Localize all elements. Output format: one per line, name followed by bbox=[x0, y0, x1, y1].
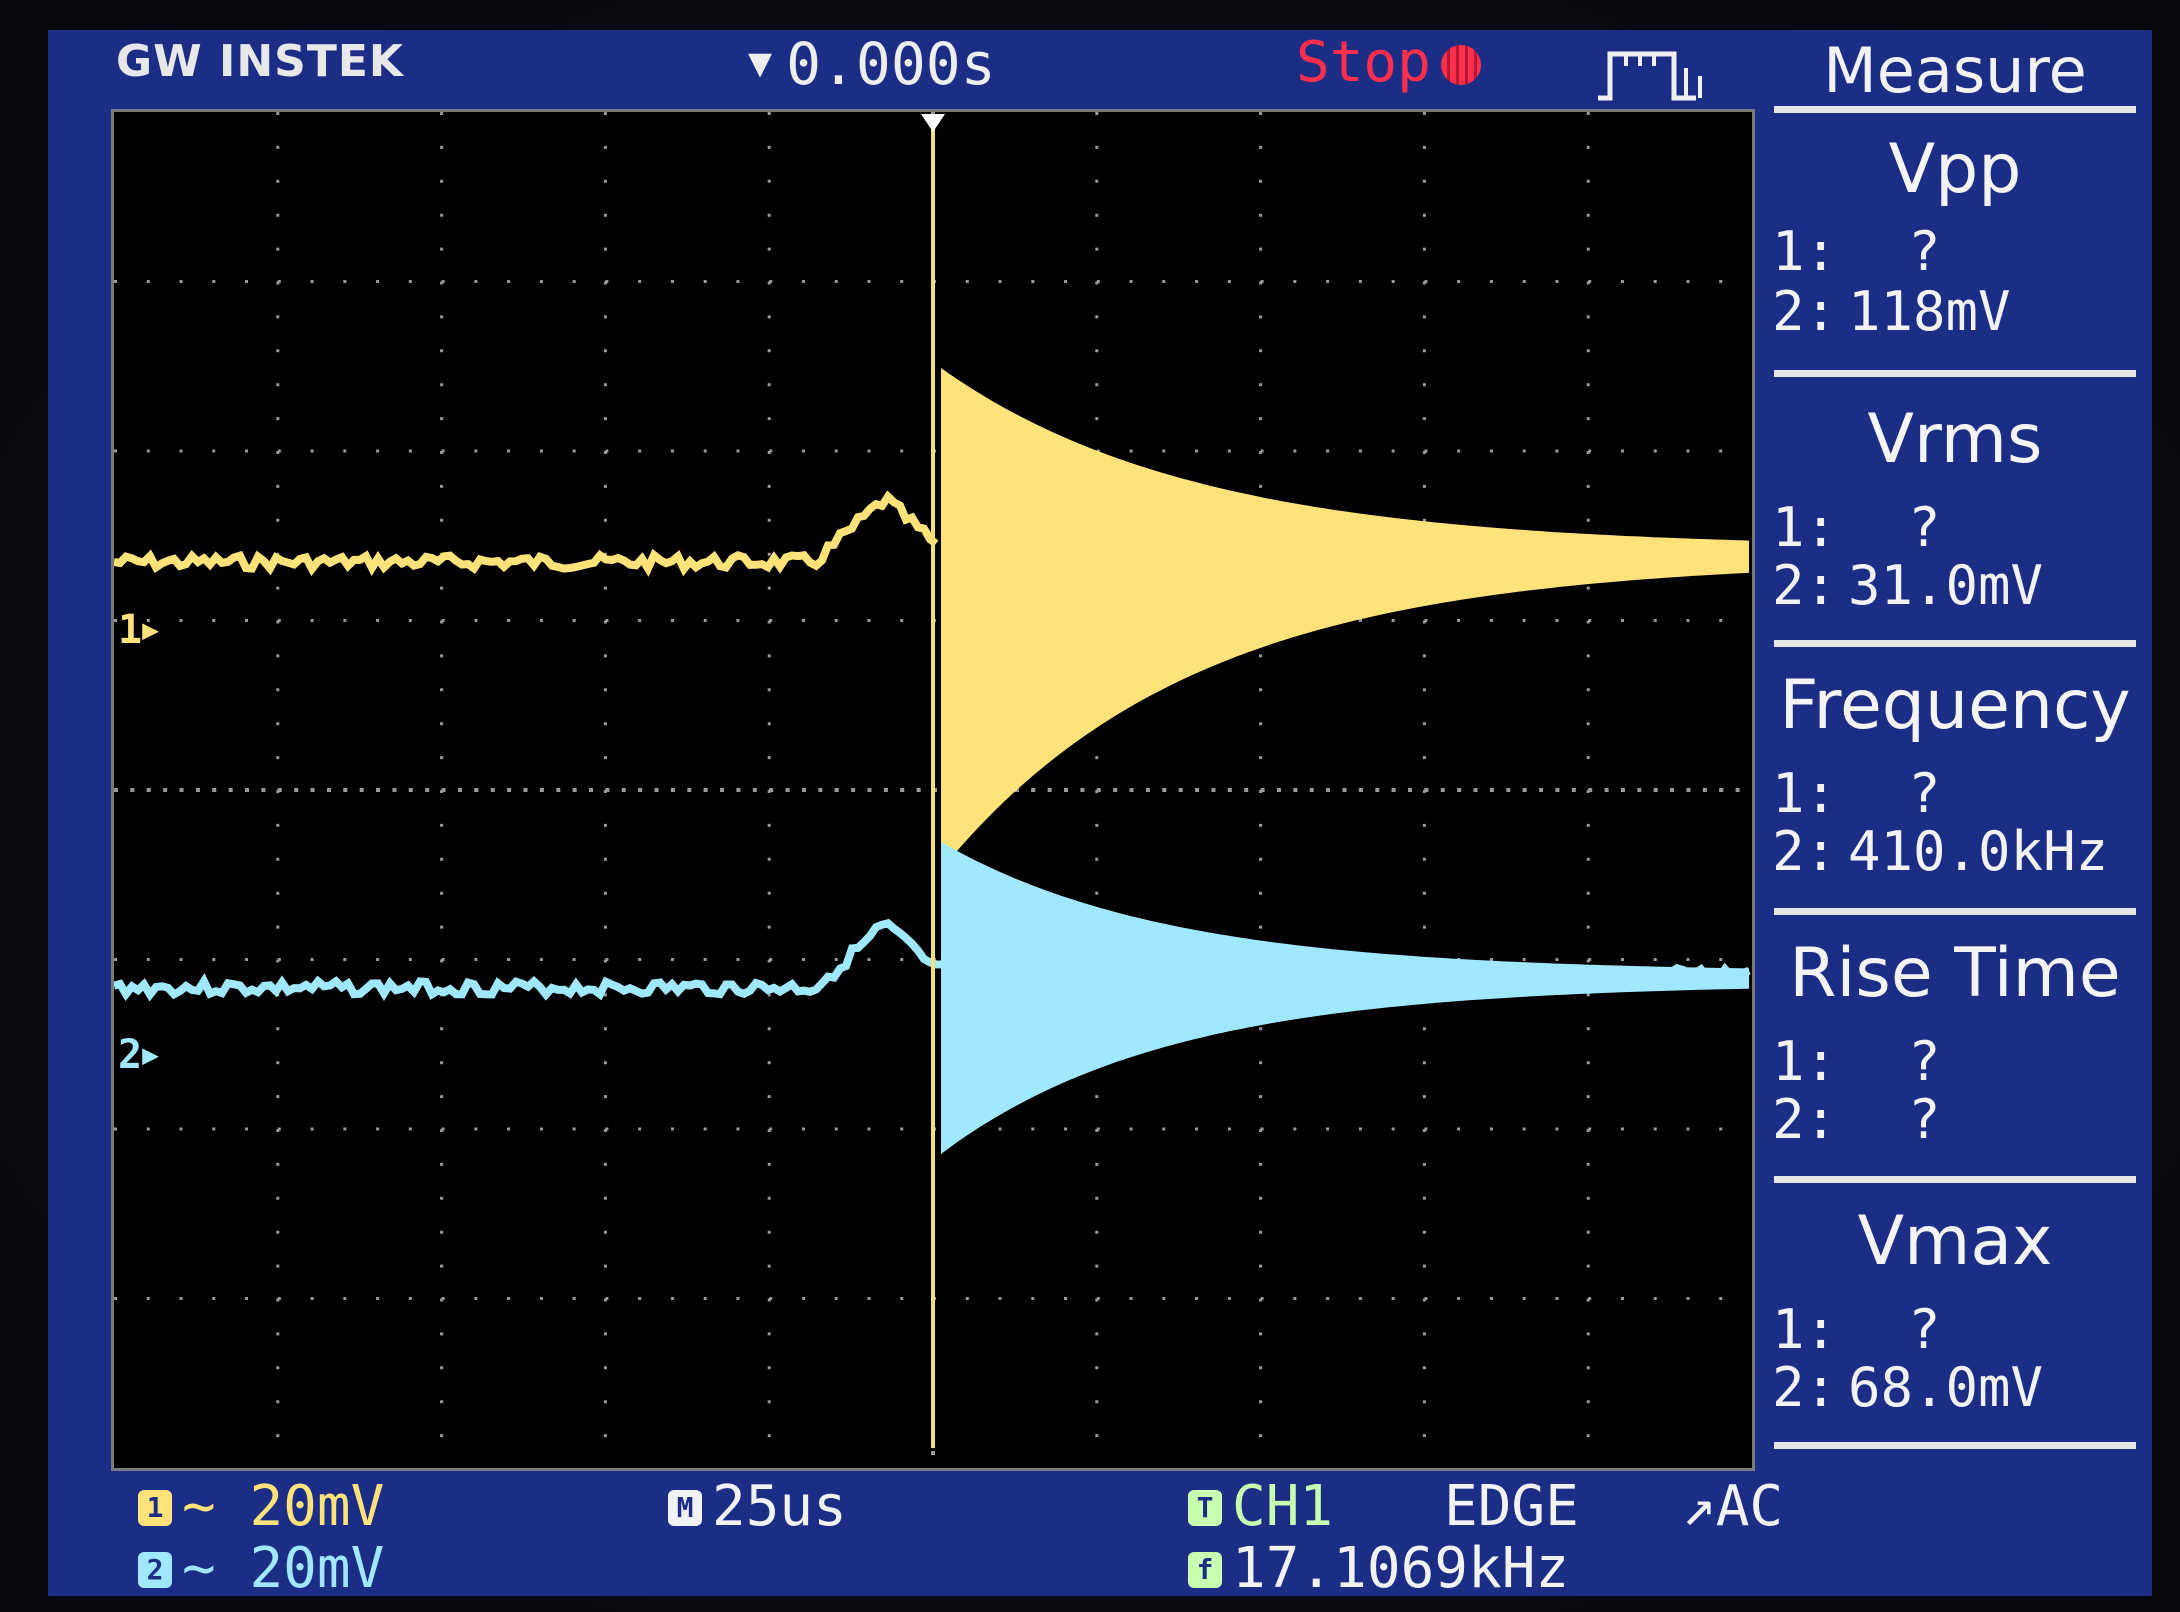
oscilloscope-bezel: GW INSTEK ▼ 0.000s Stop 1▶ 2▶ Measure Vp… bbox=[0, 0, 2180, 1612]
stop-dot-icon bbox=[1440, 45, 1481, 85]
trigger-frequency-readout: f 17.1069kHz bbox=[1188, 1536, 1569, 1601]
pulse-train-icon bbox=[1598, 51, 1702, 101]
trigger-position-icon: ▼ bbox=[748, 40, 773, 86]
measure-name: Vmax bbox=[1857, 1202, 2053, 1281]
ch1-coupling-icon: ~ bbox=[182, 1474, 216, 1539]
oscilloscope-screen: GW INSTEK ▼ 0.000s Stop 1▶ 2▶ Measure Vp… bbox=[48, 30, 2152, 1601]
waveform-plot bbox=[114, 112, 1752, 1468]
ch2-scale: 20mV bbox=[249, 1536, 385, 1601]
rising-edge-icon: ↗ bbox=[1682, 1474, 1716, 1539]
trigger-coupling-readout: ↗AC bbox=[1682, 1474, 1783, 1539]
separator bbox=[1774, 1442, 2136, 1449]
measure-ch1-row: 1:? bbox=[1772, 496, 1941, 559]
measure-ch2-row: 2: 118mV bbox=[1772, 280, 2011, 343]
trigger-frequency: 17.1069kHz bbox=[1232, 1536, 1570, 1601]
measure-ch2-row: 2:? bbox=[1772, 1088, 1941, 1151]
measure-name: Frequency bbox=[1779, 666, 2131, 745]
separator bbox=[1774, 640, 2136, 647]
ch1-scale: 20mV bbox=[249, 1474, 385, 1539]
run-state-label: Stop bbox=[1296, 30, 1431, 95]
ch1-badge-icon: 1 bbox=[138, 1490, 172, 1526]
ch1-scale-readout[interactable]: 1 ~ 20mV bbox=[138, 1474, 384, 1539]
separator bbox=[1774, 1176, 2136, 1183]
ch2-scale-readout[interactable]: 2 ~ 20mV bbox=[138, 1536, 384, 1601]
timebase-value: 25us bbox=[712, 1474, 847, 1539]
ch2-level-marker[interactable]: 2▶ bbox=[118, 1032, 159, 1078]
ch2-coupling-icon: ~ bbox=[182, 1536, 216, 1601]
ch2-waveform bbox=[941, 842, 1749, 1154]
trigger-readout[interactable]: T CH1 bbox=[1188, 1474, 1333, 1539]
timebase-badge-icon: M bbox=[668, 1490, 702, 1526]
measure-ch1-row: 1:? bbox=[1772, 1298, 1941, 1361]
bottom-status-bar: 1 ~ 20mV 2 ~ 20mV M 25us T CH1 EDGE ↗AC f 17.… bbox=[48, 1470, 2152, 1601]
measure-title[interactable]: Measure bbox=[1770, 34, 2140, 107]
time-position-readout: ▼ 0.000s bbox=[748, 30, 996, 98]
ch1-baseline-trace bbox=[114, 490, 939, 577]
frequency-badge-icon: f bbox=[1188, 1552, 1222, 1588]
measure-name: Vrms bbox=[1867, 400, 2043, 479]
measure-ch2-row: 2: 31.0mV bbox=[1772, 554, 2044, 617]
trigger-point-icon bbox=[921, 114, 945, 132]
measure-ch2-row: 2: 68.0mV bbox=[1772, 1356, 2044, 1419]
ch2-badge-icon: 2 bbox=[138, 1552, 172, 1588]
separator bbox=[1774, 370, 2136, 377]
separator bbox=[1774, 908, 2136, 915]
trigger-source: CH1 bbox=[1232, 1474, 1334, 1539]
separator bbox=[1774, 106, 2136, 113]
arrow-right-icon: ▶ bbox=[142, 1038, 159, 1071]
brand-logo: GW INSTEK bbox=[116, 36, 405, 87]
timebase-readout[interactable]: M 25us bbox=[668, 1474, 847, 1539]
arrow-right-icon: ▶ bbox=[142, 613, 159, 646]
trigger-badge-icon: T bbox=[1188, 1490, 1222, 1526]
measure-ch1-row: 1:? bbox=[1772, 220, 1941, 283]
run-state-indicator: Stop bbox=[1296, 30, 1481, 95]
ch1-level-marker[interactable]: 1▶ bbox=[118, 607, 159, 653]
measure-name: Vpp bbox=[1888, 130, 2022, 209]
trigger-type: EDGE bbox=[1444, 1474, 1579, 1539]
measure-ch2-row: 2: 410.0kHz bbox=[1772, 820, 2109, 883]
ch1-waveform bbox=[941, 368, 1749, 870]
waveform-display[interactable]: 1▶ 2▶ bbox=[111, 109, 1755, 1471]
time-position-value: 0.000s bbox=[786, 30, 996, 98]
trigger-coupling: AC bbox=[1715, 1474, 1784, 1539]
measure-panel: Measure Vpp 1:? 2: 118mV Vrms 1:? 2: 31.0m… bbox=[1770, 30, 2152, 1596]
measure-name: Rise Time bbox=[1789, 934, 2121, 1013]
measure-ch1-row: 1:? bbox=[1772, 1030, 1941, 1093]
measure-ch1-row: 1:? bbox=[1772, 762, 1941, 825]
